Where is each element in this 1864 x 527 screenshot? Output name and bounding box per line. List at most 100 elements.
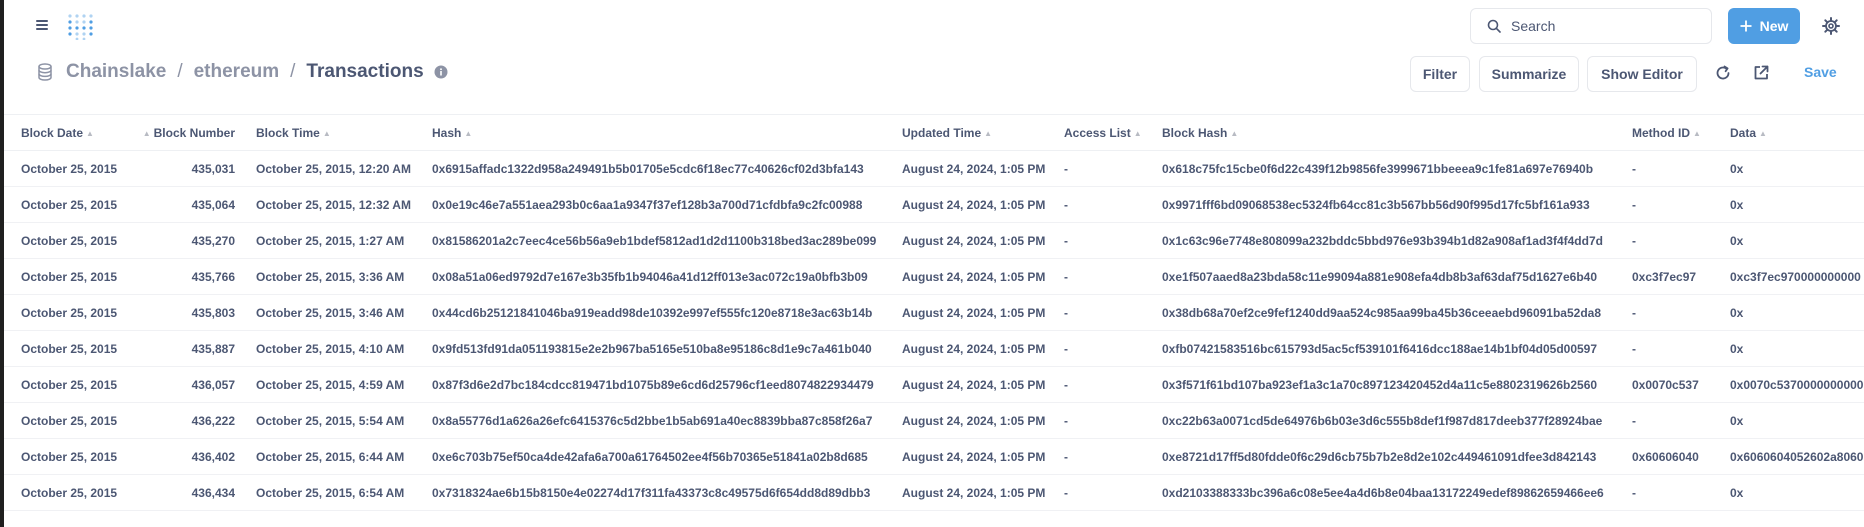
cell-data[interactable]: 0x: [1730, 295, 1864, 331]
cell-block-time[interactable]: October 25, 2015, 6:44 AM: [256, 439, 426, 475]
cell-updated-time[interactable]: August 24, 2024, 1:05 PM: [902, 403, 1057, 439]
cell-block-number[interactable]: 435,766: [140, 259, 235, 295]
cell-access-list[interactable]: -: [1064, 259, 1154, 295]
column-header-data[interactable]: Data ▲: [1730, 115, 1770, 151]
new-button[interactable]: New: [1728, 8, 1800, 44]
table-row[interactable]: October 25, 2015 436,402 October 25, 2015,…: [4, 439, 1864, 475]
table-row[interactable]: October 25, 2015 436,434 October 25, 2015,…: [4, 475, 1864, 511]
column-header-block-date[interactable]: Block Date ▲: [21, 115, 97, 151]
cell-hash[interactable]: 0xe6c703b75ef50ca4de42afa6a700a61764502e…: [432, 439, 897, 475]
cell-access-list[interactable]: -: [1064, 223, 1154, 259]
cell-updated-time[interactable]: August 24, 2024, 1:05 PM: [902, 331, 1057, 367]
cell-block-time[interactable]: October 25, 2015, 1:27 AM: [256, 223, 426, 259]
table-row[interactable]: October 25, 2015 436,222 October 25, 2015,…: [4, 403, 1864, 439]
cell-data[interactable]: 0x6060604052602a8060: [1730, 439, 1864, 475]
cell-access-list[interactable]: -: [1064, 439, 1154, 475]
save-button[interactable]: Save: [1804, 64, 1837, 80]
cell-data[interactable]: 0x: [1730, 475, 1864, 511]
cell-block-date[interactable]: October 25, 2015: [21, 187, 131, 223]
cell-block-hash[interactable]: 0xfb07421583516bc615793d5ac5cf539101f641…: [1162, 331, 1627, 367]
cell-block-number[interactable]: 435,270: [140, 223, 235, 259]
cell-data[interactable]: 0x: [1730, 223, 1864, 259]
cell-block-time[interactable]: October 25, 2015, 12:20 AM: [256, 151, 426, 187]
cell-block-hash[interactable]: 0x3f571f61bd107ba923ef1a3c1a70c897123420…: [1162, 367, 1627, 403]
cell-hash[interactable]: 0x08a51a06ed9792d7e167e3b35fb1b94046a41d…: [432, 259, 897, 295]
cell-block-time[interactable]: October 25, 2015, 4:59 AM: [256, 367, 426, 403]
cell-block-date[interactable]: October 25, 2015: [21, 151, 131, 187]
cell-method-id[interactable]: -: [1632, 295, 1724, 331]
table-row[interactable]: October 25, 2015 435,270 October 25, 2015,…: [4, 223, 1864, 259]
cell-method-id[interactable]: -: [1632, 331, 1724, 367]
cell-block-number[interactable]: 435,803: [140, 295, 235, 331]
summarize-button[interactable]: Summarize: [1479, 56, 1579, 92]
column-header-block-hash[interactable]: Block Hash ▲: [1162, 115, 1241, 151]
cell-block-hash[interactable]: 0xc22b63a0071cd5de64976b6b03e3d6c555b8de…: [1162, 403, 1627, 439]
cell-updated-time[interactable]: August 24, 2024, 1:05 PM: [902, 475, 1057, 511]
cell-hash[interactable]: 0x9fd513fd91da051193815e2e2b967ba5165e51…: [432, 331, 897, 367]
column-header-method-id[interactable]: Method ID ▲: [1632, 115, 1704, 151]
breadcrumb-database[interactable]: Chainslake: [66, 61, 166, 83]
cell-hash[interactable]: 0x8a55776d1a626a26efc6415376c5d2bbe1b5ab…: [432, 403, 897, 439]
table-row[interactable]: October 25, 2015 435,887 October 25, 2015,…: [4, 331, 1864, 367]
cell-block-number[interactable]: 436,057: [140, 367, 235, 403]
table-row[interactable]: October 25, 2015 436,057 October 25, 2015,…: [4, 367, 1864, 403]
search-input[interactable]: Search: [1470, 8, 1712, 44]
cell-access-list[interactable]: -: [1064, 367, 1154, 403]
cell-method-id[interactable]: 0x60606040: [1632, 439, 1724, 475]
cell-block-hash[interactable]: 0xd2103388333bc396a6c08e5ee4a4d6b8e04baa…: [1162, 475, 1627, 511]
cell-hash[interactable]: 0x6915affadc1322d958a249491b5b01705e5cdc…: [432, 151, 897, 187]
cell-method-id[interactable]: -: [1632, 223, 1724, 259]
cell-block-number[interactable]: 435,064: [140, 187, 235, 223]
table-row[interactable]: October 25, 2015 435,766 October 25, 2015,…: [4, 259, 1864, 295]
cell-hash[interactable]: 0x87f3d6e2d7bc184cdcc819471bd1075b89e6cd…: [432, 367, 897, 403]
table-row[interactable]: October 25, 2015 435,031 October 25, 2015,…: [4, 151, 1864, 187]
cell-method-id[interactable]: 0x0070c537: [1632, 367, 1724, 403]
cell-method-id[interactable]: -: [1632, 187, 1724, 223]
column-header-updated-time[interactable]: Updated Time ▲: [902, 115, 995, 151]
cell-block-hash[interactable]: 0x9971fff6bd09068538ec5324fb64cc81c3b567…: [1162, 187, 1627, 223]
cell-updated-time[interactable]: August 24, 2024, 1:05 PM: [902, 223, 1057, 259]
cell-access-list[interactable]: -: [1064, 331, 1154, 367]
column-header-access-list[interactable]: Access List ▲: [1064, 115, 1145, 151]
cell-data[interactable]: 0x: [1730, 151, 1864, 187]
cell-block-hash[interactable]: 0x38db68a70ef2ce9fef1240dd9aa524c985aa99…: [1162, 295, 1627, 331]
cell-block-number[interactable]: 436,434: [140, 475, 235, 511]
cell-block-date[interactable]: October 25, 2015: [21, 439, 131, 475]
cell-block-date[interactable]: October 25, 2015: [21, 259, 131, 295]
cell-hash[interactable]: 0x0e19c46e7a551aea293b0c6aa1a9347f37ef12…: [432, 187, 897, 223]
cell-block-date[interactable]: October 25, 2015: [21, 403, 131, 439]
external-link-icon[interactable]: [1752, 64, 1770, 82]
cell-block-time[interactable]: October 25, 2015, 12:32 AM: [256, 187, 426, 223]
cell-data[interactable]: 0x0070c5370000000000: [1730, 367, 1864, 403]
cell-data[interactable]: 0x: [1730, 187, 1864, 223]
cell-updated-time[interactable]: August 24, 2024, 1:05 PM: [902, 259, 1057, 295]
cell-updated-time[interactable]: August 24, 2024, 1:05 PM: [902, 367, 1057, 403]
cell-block-hash[interactable]: 0x618c75fc15cbe0f6d22c439f12b9856fe39996…: [1162, 151, 1627, 187]
column-header-hash[interactable]: Hash ▲: [432, 115, 475, 151]
cell-hash[interactable]: 0x81586201a2c7eec4ce56b56a9eb1bdef5812ad…: [432, 223, 897, 259]
filter-button[interactable]: Filter: [1410, 56, 1470, 92]
cell-access-list[interactable]: -: [1064, 295, 1154, 331]
cell-updated-time[interactable]: August 24, 2024, 1:05 PM: [902, 439, 1057, 475]
cell-block-time[interactable]: October 25, 2015, 4:10 AM: [256, 331, 426, 367]
cell-method-id[interactable]: 0xc3f7ec97: [1632, 259, 1724, 295]
cell-updated-time[interactable]: August 24, 2024, 1:05 PM: [902, 295, 1057, 331]
cell-data[interactable]: 0xc3f7ec970000000000: [1730, 259, 1864, 295]
cell-hash[interactable]: 0x44cd6b25121841046ba919eadd98de10392e99…: [432, 295, 897, 331]
cell-updated-time[interactable]: August 24, 2024, 1:05 PM: [902, 151, 1057, 187]
cell-block-date[interactable]: October 25, 2015: [21, 331, 131, 367]
cell-block-date[interactable]: October 25, 2015: [21, 223, 131, 259]
refresh-icon[interactable]: [1714, 64, 1732, 82]
show-editor-button[interactable]: Show Editor: [1587, 56, 1697, 92]
cell-block-number[interactable]: 436,222: [140, 403, 235, 439]
cell-block-hash[interactable]: 0xe8721d17ff5d80fdde0f6c29d6cb75b7b2e8d2…: [1162, 439, 1627, 475]
cell-block-number[interactable]: 436,402: [140, 439, 235, 475]
table-row[interactable]: October 25, 2015 435,803 October 25, 2015,…: [4, 295, 1864, 331]
cell-block-hash[interactable]: 0x1c63c96e7748e808099a232bddc5bbd976e93b…: [1162, 223, 1627, 259]
cell-block-date[interactable]: October 25, 2015: [21, 367, 131, 403]
column-header-block-number[interactable]: ▲ Block Number: [140, 115, 235, 151]
cell-method-id[interactable]: -: [1632, 475, 1724, 511]
cell-method-id[interactable]: -: [1632, 403, 1724, 439]
cell-data[interactable]: 0x: [1730, 331, 1864, 367]
cell-access-list[interactable]: -: [1064, 475, 1154, 511]
